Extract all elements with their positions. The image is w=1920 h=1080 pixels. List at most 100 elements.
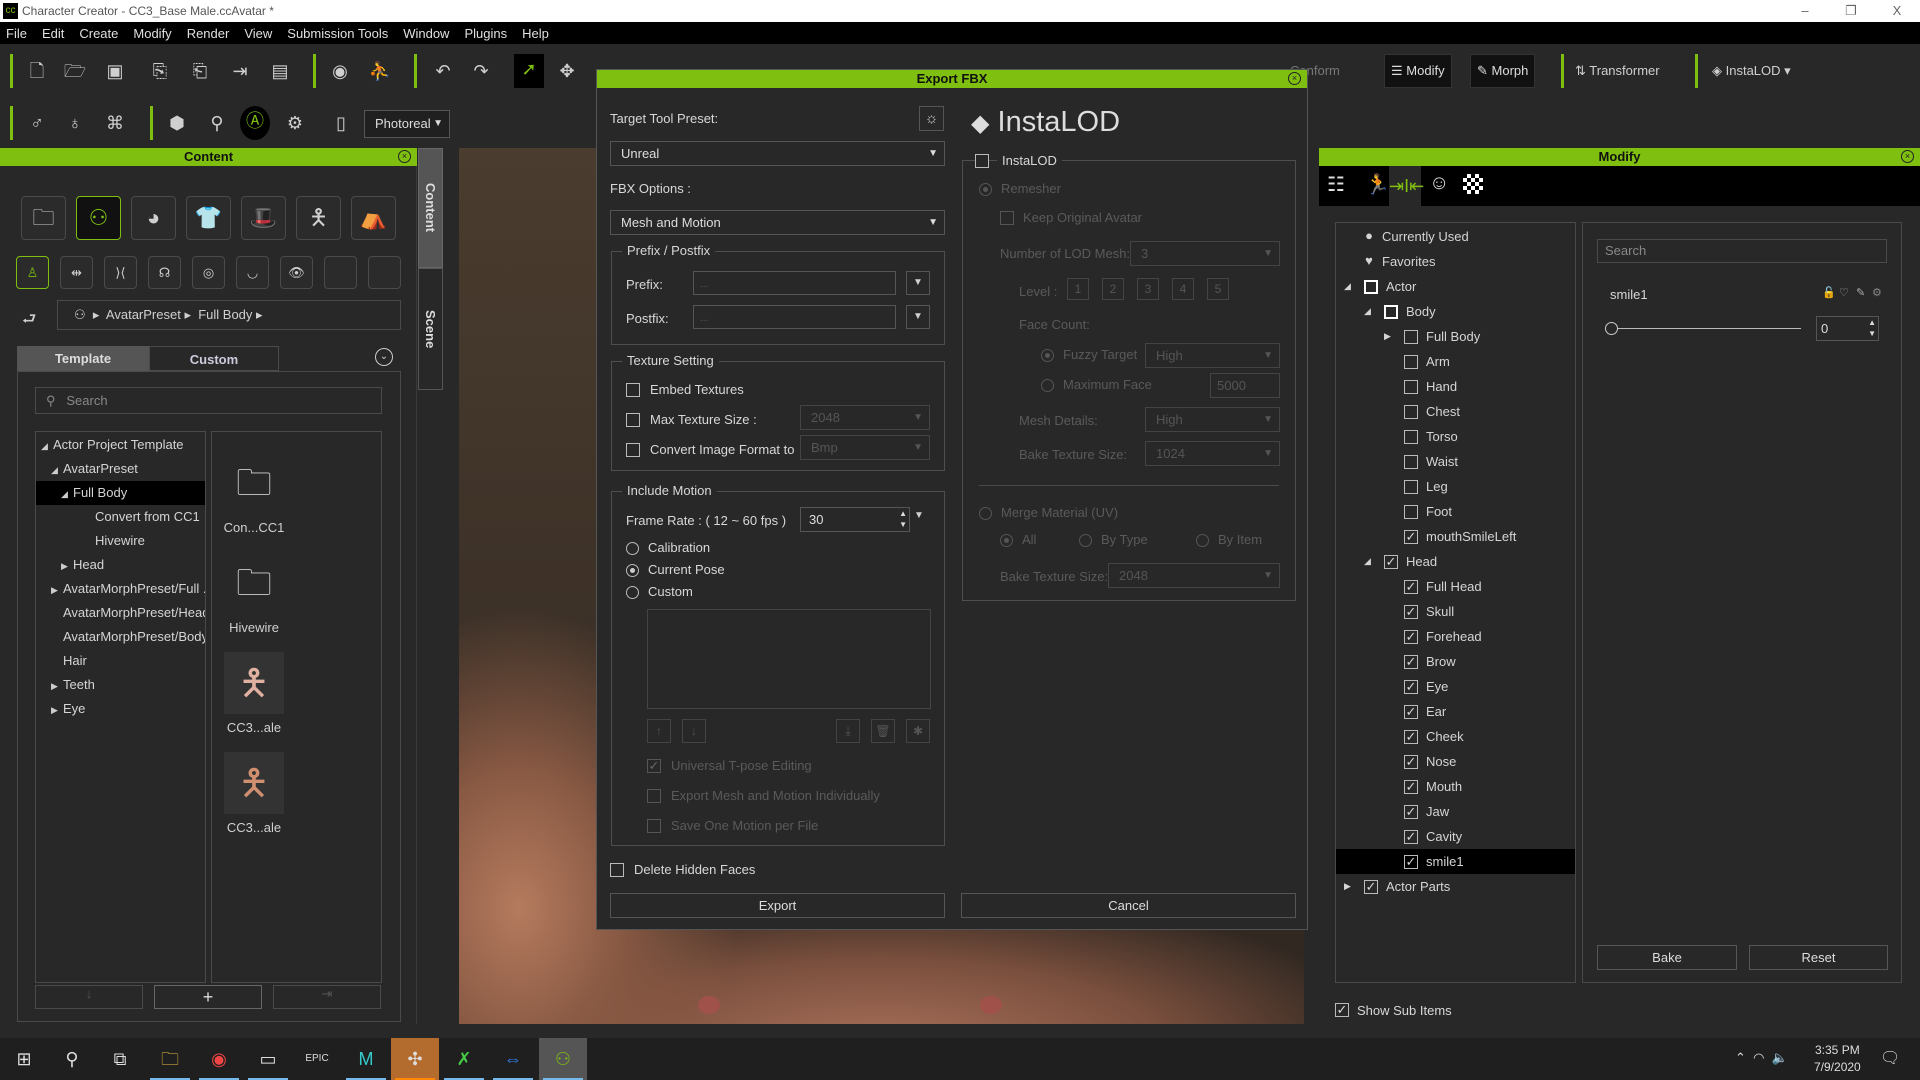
chrome-icon[interactable]: ◉	[195, 1038, 243, 1080]
thumbnail-item[interactable]: 🯅 CC3...ale	[218, 752, 290, 835]
lock-icon[interactable]: 🔓	[1822, 286, 1836, 299]
morph-tree-item[interactable]: ▶ Full Body	[1336, 324, 1575, 349]
move-icon[interactable]: ✥	[552, 56, 582, 86]
avatar-icon[interactable]: ⚇	[76, 196, 121, 240]
accessory-icon[interactable]: 🎩	[241, 196, 286, 240]
checkbox[interactable]: ✓	[1404, 755, 1418, 769]
cloth-icon[interactable]: 👕	[186, 196, 231, 240]
character-icon[interactable]: ♙	[16, 256, 49, 289]
bake-texture-dropdown[interactable]: 1024 ▼	[1145, 441, 1280, 466]
tab-template[interactable]: Template	[17, 346, 149, 371]
maximum-face-input[interactable]: 5000	[1210, 373, 1280, 398]
eye-icon[interactable]: 👁	[280, 256, 313, 289]
checkbox[interactable]: ✓	[1404, 805, 1418, 819]
morph-tree-item[interactable]: ✓ Brow	[1336, 649, 1575, 674]
mesh-details-dropdown[interactable]: High ▼	[1145, 407, 1280, 432]
checkbox[interactable]: ✓	[1404, 705, 1418, 719]
menu-edit[interactable]: Edit	[42, 26, 64, 41]
tree-item[interactable]: ▶ Eye	[36, 697, 205, 721]
prefix-input[interactable]: ...	[693, 271, 896, 295]
merge-bake-dropdown[interactable]: 2048 ▼	[1108, 563, 1280, 588]
menu-submission-tools[interactable]: Submission Tools	[287, 26, 388, 41]
empty-slot[interactable]	[368, 256, 401, 289]
checkbox[interactable]	[1404, 380, 1418, 394]
expanded-arrow-icon[interactable]: ◢	[41, 434, 53, 458]
checkbox[interactable]	[1384, 305, 1398, 319]
morph-tree-item[interactable]: ◢ Actor	[1336, 274, 1575, 299]
replace-button[interactable]: ⇥	[273, 985, 381, 1009]
morph-tree-item[interactable]: ✓ smile1	[1336, 849, 1575, 874]
radio-current-pose[interactable]	[626, 564, 639, 577]
convert-format-checkbox[interactable]	[626, 443, 640, 457]
bake-button[interactable]: Bake	[1597, 945, 1737, 970]
delete-icon[interactable]: 🗑	[871, 719, 895, 743]
search-tool-icon[interactable]: ⚲	[202, 108, 232, 138]
keep-original-checkbox[interactable]	[1000, 211, 1014, 225]
render-icon[interactable]: ▤	[265, 56, 295, 86]
morph-tree-item[interactable]: Leg	[1336, 474, 1575, 499]
slack-icon[interactable]: ✣	[391, 1038, 439, 1080]
back-icon[interactable]: ⮐	[22, 308, 36, 335]
expand-arrow-icon[interactable]: ◢	[1364, 299, 1371, 324]
search-icon[interactable]: ⚲	[48, 1038, 96, 1080]
notification-icon[interactable]: 🗨	[1880, 1048, 1900, 1068]
minimize-button[interactable]: –	[1782, 0, 1828, 22]
close-icon[interactable]: ×	[1288, 72, 1301, 85]
morph-tree-item[interactable]: ▶ ✓ Actor Parts	[1336, 874, 1575, 899]
frame-rate-input[interactable]: 30 ▲ ▼	[800, 507, 910, 532]
fuzzy-target-dropdown[interactable]: High ▼	[1145, 343, 1280, 368]
instalod-enable-checkbox[interactable]	[975, 154, 989, 168]
task-view-icon[interactable]: ⧉	[96, 1038, 144, 1080]
heart-icon[interactable]: ♡	[1839, 286, 1849, 299]
load-motion-icon[interactable]: ⤓	[836, 719, 860, 743]
close-icon[interactable]: ×	[398, 150, 411, 163]
collapsed-arrow-icon[interactable]: ▶	[61, 554, 73, 578]
thumbnail-item[interactable]: 🗀 Hivewire	[218, 552, 290, 635]
texture-checker-icon[interactable]	[1463, 174, 1483, 194]
expand-arrow-icon[interactable]: ◢	[1344, 274, 1351, 299]
thumbnail-item[interactable]: 🯅 CC3...ale	[218, 652, 290, 735]
max-texture-size-checkbox[interactable]	[626, 413, 640, 427]
transformer-button[interactable]: ⇅ Transformer	[1575, 56, 1675, 86]
checkbox[interactable]: ✓	[1404, 530, 1418, 544]
maya-icon[interactable]: M	[342, 1038, 390, 1080]
expanded-arrow-icon[interactable]: ◢	[51, 458, 63, 482]
morph-tree-item[interactable]: Waist	[1336, 449, 1575, 474]
tree-item[interactable]: Convert from CC1	[36, 505, 205, 529]
checkbox[interactable]	[1404, 405, 1418, 419]
checkbox[interactable]	[1404, 505, 1418, 519]
collapsed-arrow-icon[interactable]: ▶	[51, 698, 63, 722]
expand-arrow-icon[interactable]: ▶	[1384, 324, 1391, 349]
radio-maximum-face[interactable]	[1041, 379, 1054, 392]
num-lod-dropdown[interactable]: 3 ▼	[1130, 241, 1280, 266]
expand-arrow-icon[interactable]: ◢	[1364, 549, 1371, 574]
send-icon[interactable]: ⇥	[225, 56, 255, 86]
morph-slider-handle[interactable]	[1605, 322, 1618, 335]
checkbox[interactable]: ✓	[1384, 555, 1398, 569]
checkbox[interactable]	[1404, 455, 1418, 469]
empty-slot[interactable]	[324, 256, 357, 289]
expand-arrow-icon[interactable]: ▶	[1344, 874, 1351, 899]
dot-icon[interactable]: ●	[1362, 229, 1376, 244]
character-creator-taskbar-icon[interactable]: ⚇	[539, 1038, 587, 1080]
waist-icon[interactable]: ⟩⟨	[104, 256, 137, 289]
radio-calibration[interactable]	[626, 542, 639, 555]
xmind-icon[interactable]: ✗	[440, 1038, 488, 1080]
checkbox[interactable]: ✓	[1404, 580, 1418, 594]
radio-merge-all[interactable]	[1000, 534, 1013, 547]
max-texture-size-dropdown[interactable]: 2048 ▼	[800, 405, 930, 430]
level-5-button[interactable]: 5	[1207, 278, 1229, 300]
import-icon[interactable]: ⎘	[145, 56, 175, 86]
morph-tree-item[interactable]: ✓ Forehead	[1336, 624, 1575, 649]
menu-modify[interactable]: Modify	[133, 26, 171, 41]
redo-icon[interactable]: ↷	[466, 56, 496, 86]
morph-tree-item[interactable]: ● Currently Used	[1336, 224, 1575, 249]
face-expression-icon[interactable]: ☺	[1429, 172, 1449, 195]
epic-games-icon[interactable]: EPIC	[293, 1038, 341, 1080]
menu-help[interactable]: Help	[522, 26, 549, 41]
postfix-dropdown-button[interactable]: ▼	[906, 305, 930, 329]
tree-item[interactable]: Hivewire	[36, 529, 205, 553]
show-sub-items-checkbox[interactable]: ✓	[1335, 1003, 1349, 1017]
target-preset-dropdown[interactable]: Unreal ▼	[610, 141, 945, 166]
morph-tree-item[interactable]: ♥ Favorites	[1336, 249, 1575, 274]
